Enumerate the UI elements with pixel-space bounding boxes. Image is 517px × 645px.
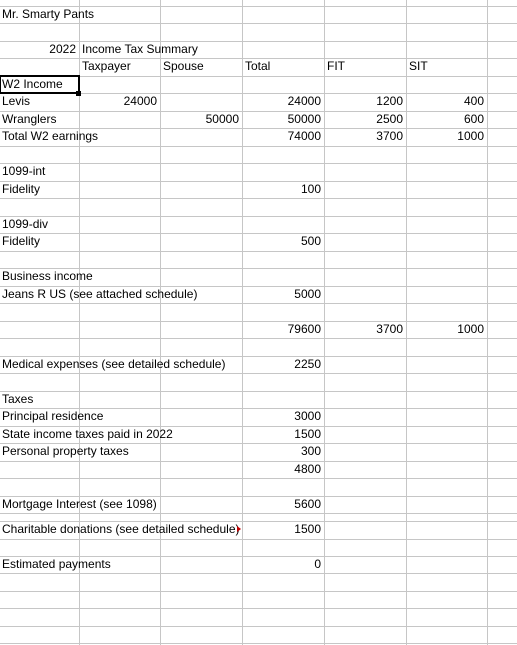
fidelity-div-total-amount[interactable]: 500 (243, 233, 324, 250)
row-label-jeans-r-us[interactable]: Jeans R US (see attached schedule) (0, 286, 197, 303)
fill-handle[interactable] (76, 91, 81, 96)
wranglers-total-amount[interactable]: 50000 (243, 111, 324, 128)
gridline-horizontal (0, 643, 517, 644)
wranglers-sit-amount[interactable]: 600 (407, 111, 487, 128)
owner-name-cell[interactable]: Mr. Smarty Pants (0, 6, 160, 23)
section-heading-business-income[interactable]: Business income (0, 268, 93, 285)
gridline-vertical (487, 0, 488, 645)
column-header-spouse[interactable]: Spouse (161, 58, 242, 75)
gridline-horizontal (0, 338, 517, 339)
levis-spouse-amount[interactable] (161, 93, 242, 110)
row-label-fidelity-int[interactable]: Fidelity (0, 181, 79, 198)
gridline-horizontal (0, 626, 517, 627)
text-overflow-marker-icon (237, 526, 241, 532)
levis-fit-amount[interactable]: 1200 (325, 93, 406, 110)
section-heading-w2-income[interactable]: W2 Income (0, 76, 79, 93)
wranglers-spouse-amount[interactable]: 50000 (161, 111, 242, 128)
row-label-levis[interactable]: Levis (0, 93, 79, 110)
column-header-fit[interactable]: FIT (325, 58, 406, 75)
jeans-r-us-total-amount[interactable]: 5000 (243, 286, 324, 303)
charitable-donations-total-amount[interactable]: 1500 (243, 521, 324, 538)
gridline-horizontal (0, 146, 517, 147)
total-w2-fit-amount[interactable]: 3700 (325, 128, 406, 145)
row-label-mortgage-interest[interactable]: Mortgage Interest (see 1098) (0, 496, 157, 513)
total-w2-sit-amount[interactable]: 1000 (407, 128, 487, 145)
total-w2-total-amount[interactable]: 74000 (243, 128, 324, 145)
mortgage-interest-total-amount[interactable]: 5600 (243, 496, 324, 513)
section-heading-taxes[interactable]: Taxes (0, 391, 79, 408)
fidelity-int-total-amount[interactable]: 100 (243, 181, 324, 198)
gridline-horizontal (0, 573, 517, 574)
row-label-personal-property-taxes[interactable]: Personal property taxes (0, 443, 129, 460)
spreadsheet-grid[interactable]: Mr. Smarty Pants 2022 Income Tax Summary… (0, 0, 517, 645)
grand-total-total-amount[interactable]: 79600 (243, 321, 324, 338)
gridline-horizontal (0, 303, 517, 304)
levis-sit-amount[interactable]: 400 (407, 93, 487, 110)
gridline-horizontal (0, 251, 517, 252)
column-header-taxpayer[interactable]: Taxpayer (80, 58, 160, 75)
estimated-payments-total-amount[interactable]: 0 (243, 556, 324, 573)
row-label-total-w2-earnings[interactable]: Total W2 earnings (0, 128, 98, 145)
gridline-horizontal (0, 539, 517, 540)
grand-total-sit-amount[interactable]: 1000 (407, 321, 487, 338)
levis-taxpayer-amount[interactable]: 24000 (80, 93, 160, 110)
section-heading-1099-div[interactable]: 1099-div (0, 216, 79, 233)
row-label-principal-residence[interactable]: Principal residence (0, 408, 103, 425)
gridline-horizontal (0, 591, 517, 592)
gridline-horizontal (0, 23, 517, 24)
principal-residence-total-amount[interactable]: 3000 (243, 408, 324, 425)
column-header-sit[interactable]: SIT (407, 58, 487, 75)
section-heading-1099-int[interactable]: 1099-int (0, 163, 79, 180)
gridline-horizontal (0, 608, 517, 609)
medical-expenses-total-amount[interactable]: 2250 (243, 356, 324, 373)
charitable-donations-text: Charitable donations (see detailed sched… (2, 522, 240, 536)
row-label-fidelity-div[interactable]: Fidelity (0, 233, 79, 250)
row-label-charitable-donations[interactable]: Charitable donations (see detailed sched… (0, 521, 242, 538)
gridline-horizontal (0, 198, 517, 199)
grand-total-fit-amount[interactable]: 3700 (325, 321, 406, 338)
row-label-medical-expenses[interactable]: Medical expenses (see detailed schedule) (0, 356, 225, 373)
taxes-subtotal-amount[interactable]: 4800 (243, 461, 324, 478)
column-header-total[interactable]: Total (243, 58, 324, 75)
row-label-estimated-payments[interactable]: Estimated payments (0, 556, 111, 573)
gridline-horizontal (0, 373, 517, 374)
wranglers-taxpayer-amount[interactable] (80, 111, 160, 128)
row-label-wranglers[interactable]: Wranglers (0, 111, 79, 128)
row-label-state-income-taxes[interactable]: State income taxes paid in 2022 (0, 426, 173, 443)
gridline-horizontal (0, 478, 517, 479)
wranglers-fit-amount[interactable]: 2500 (325, 111, 406, 128)
year-cell[interactable]: 2022 (0, 41, 79, 58)
gridline-horizontal (0, 513, 517, 514)
report-title-cell[interactable]: Income Tax Summary (80, 41, 198, 58)
state-income-taxes-total-amount[interactable]: 1500 (243, 426, 324, 443)
personal-property-taxes-total-amount[interactable]: 300 (243, 443, 324, 460)
levis-total-amount[interactable]: 24000 (243, 93, 324, 110)
